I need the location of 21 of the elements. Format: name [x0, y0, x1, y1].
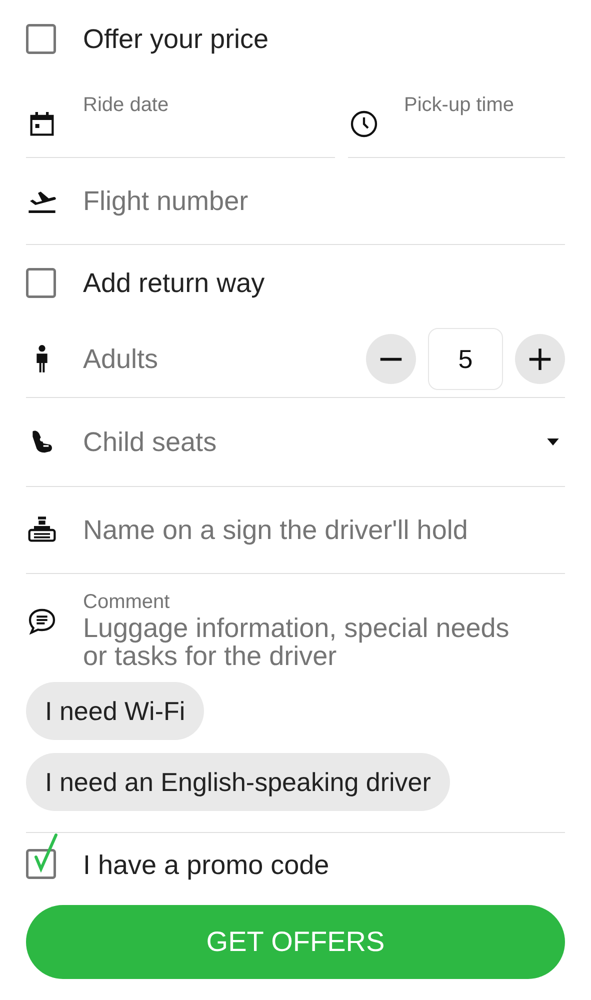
input-field[interactable]: Name on a sign the driver'll hold: [26, 487, 565, 574]
select-field[interactable]: Child seats: [26, 398, 565, 487]
decrement-button[interactable]: −: [366, 334, 416, 384]
checkbox-label: Offer your price: [83, 24, 269, 54]
picker-field[interactable]: Pick-up time: [348, 78, 565, 158]
checkbox-label: I have a promo code: [83, 850, 330, 880]
counter-label: Adults: [83, 344, 158, 374]
get-offers-button[interactable]: GET OFFERS: [26, 905, 565, 979]
input-field[interactable]: Flight number: [26, 158, 565, 245]
increment-button[interactable]: +: [515, 334, 565, 384]
checkbox-label: Add return way: [83, 268, 265, 298]
option-chip[interactable]: I need Wi-Fi: [26, 682, 204, 740]
checkbox[interactable]: [26, 24, 56, 54]
comment-field[interactable]: Comment Luggage information, special needs or tasks for the driver: [26, 574, 565, 682]
picker-field[interactable]: Ride date: [26, 78, 335, 158]
checkbox[interactable]: [26, 833, 60, 881]
clock-icon: [348, 108, 380, 140]
option-chip[interactable]: I need an English-speaking driver: [26, 753, 450, 811]
counter-value: 5: [428, 328, 503, 390]
dropdown-caret-icon: [546, 437, 560, 447]
checkbox[interactable]: [26, 268, 56, 298]
